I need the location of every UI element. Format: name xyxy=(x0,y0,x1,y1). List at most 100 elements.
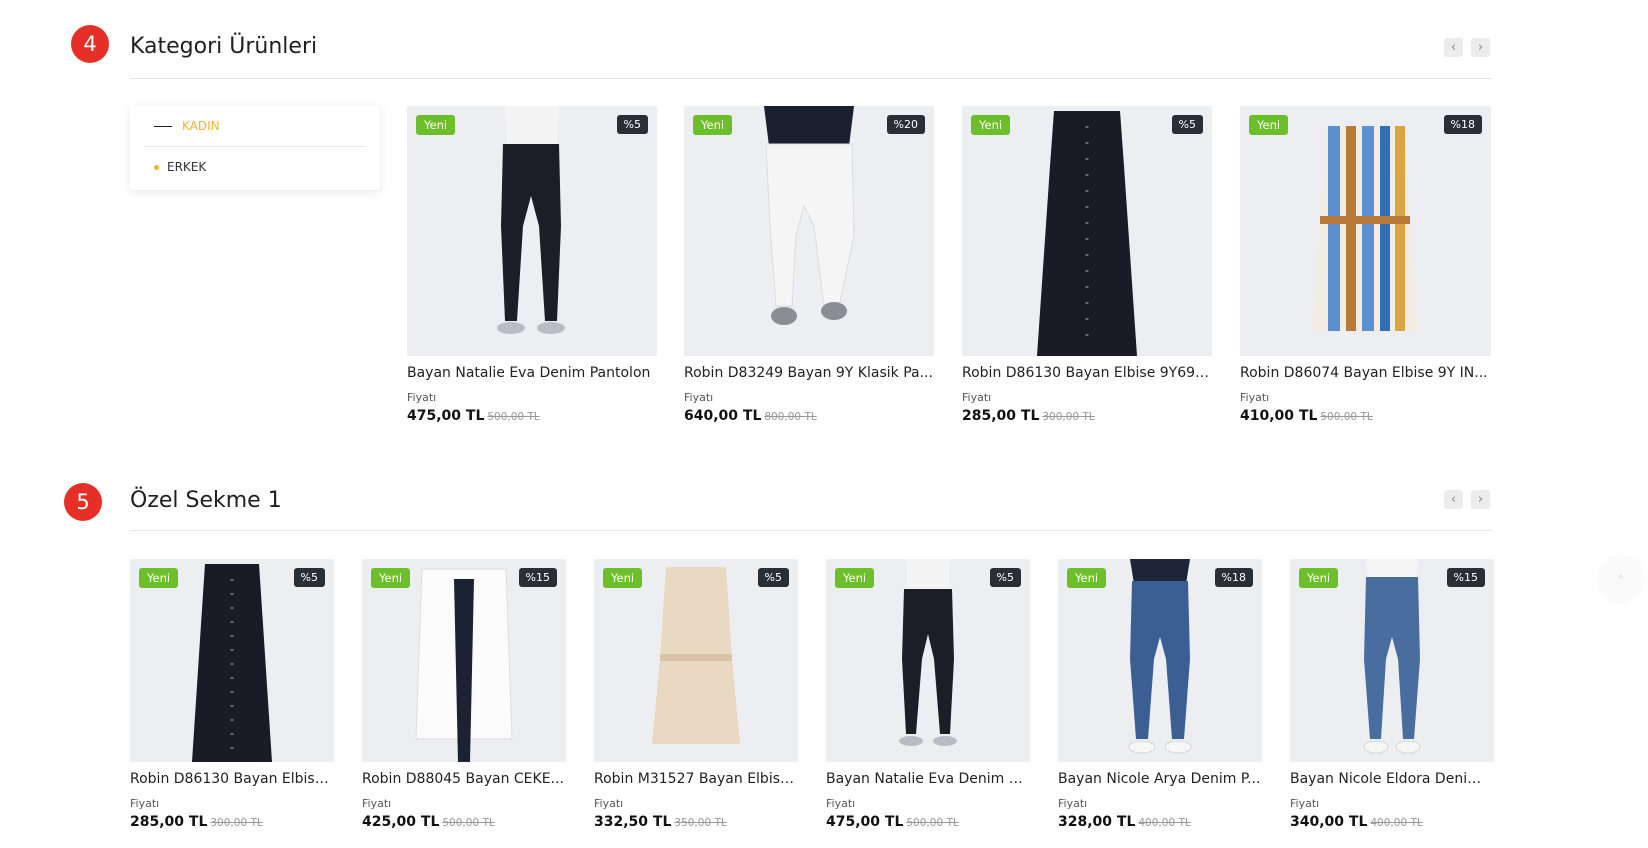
product-card[interactable]: Yeni %5 Bayan Natalie Eva Denim Pantolon… xyxy=(407,106,657,425)
new-badge: Yeni xyxy=(603,568,643,588)
old-price: 350,00 TL xyxy=(674,817,727,829)
new-badge: Yeni xyxy=(371,568,411,588)
product-name[interactable]: Robin D86130 Bayan Elbise 9Y69 ... xyxy=(962,365,1212,381)
product-image[interactable]: Yeni %20 xyxy=(684,106,934,356)
product-photo-jeans xyxy=(826,559,1030,762)
price-label: Fiyatı xyxy=(594,797,624,810)
product-photo-black-dress xyxy=(130,559,334,762)
product-image[interactable]: Yeni %5 xyxy=(130,559,334,762)
category-menu: KADIN ERKEK xyxy=(130,106,380,190)
product-card[interactable]: Yeni %18 Robin D86074 Bayan Elbise 9Y IN… xyxy=(1240,106,1491,425)
product-photo-white-pants xyxy=(684,106,934,356)
chevron-right-icon: › xyxy=(1477,492,1484,507)
discount-badge: %20 xyxy=(886,115,925,134)
carousel-prev-button[interactable]: ‹ xyxy=(1444,38,1463,57)
old-price: 500,00 TL xyxy=(906,817,959,829)
discount-badge: %5 xyxy=(293,568,325,587)
product-image[interactable]: Yeni %18 xyxy=(1058,559,1262,762)
product-name[interactable]: Robin D83249 Bayan 9Y Klasik Pa... xyxy=(684,365,934,381)
product-card[interactable]: Yeni %15 Robin D88045 Bayan CEKE... Fiya… xyxy=(362,559,566,831)
section-number-badge: 5 xyxy=(64,483,102,521)
product-card[interactable]: Yeni %5 Robin M31527 Bayan Elbise ... Fi… xyxy=(594,559,798,831)
carousel-next-button[interactable]: › xyxy=(1471,38,1490,57)
price-label: Fiyatı xyxy=(684,391,714,404)
product-photo-black-dress xyxy=(962,106,1212,356)
discount-badge: %5 xyxy=(1171,115,1203,134)
old-price: 800,00 TL xyxy=(764,411,817,423)
product-price: 425,00 TL xyxy=(362,814,440,830)
discount-badge: %5 xyxy=(616,115,648,134)
price-label: Fiyatı xyxy=(362,797,392,810)
discount-badge: %15 xyxy=(1446,568,1485,587)
product-photo-beige-dress xyxy=(594,559,798,762)
product-name[interactable]: Robin D86074 Bayan Elbise 9Y IN... xyxy=(1240,365,1491,381)
old-price: 300,00 TL xyxy=(210,817,263,829)
new-badge: Yeni xyxy=(1249,115,1289,135)
new-badge: Yeni xyxy=(971,115,1011,135)
new-badge: Yeni xyxy=(835,568,875,588)
section-title: Kategori Ürünleri xyxy=(130,34,318,59)
product-price: 410,00 TL xyxy=(1240,408,1318,424)
product-card[interactable]: Yeni %5 Robin D86130 Bayan Elbise ... Fi… xyxy=(130,559,334,831)
bullet-icon xyxy=(154,164,159,170)
category-item-kadin[interactable]: KADIN xyxy=(142,106,366,146)
category-item-erkek[interactable]: ERKEK xyxy=(142,147,366,187)
category-label: ERKEK xyxy=(167,160,207,174)
discount-badge: %18 xyxy=(1214,568,1253,587)
new-badge: Yeni xyxy=(693,115,733,135)
discount-badge: %5 xyxy=(757,568,789,587)
product-name[interactable]: Robin D88045 Bayan CEKE... xyxy=(362,771,566,787)
price-label: Fiyatı xyxy=(130,797,160,810)
discount-badge: %15 xyxy=(518,568,557,587)
new-badge: Yeni xyxy=(1299,568,1339,588)
old-price: 400,00 TL xyxy=(1138,817,1191,829)
product-price: 340,00 TL xyxy=(1290,814,1368,830)
product-name[interactable]: Bayan Nicole Eldora Denim ... xyxy=(1290,771,1494,787)
scroll-to-top-button[interactable]: ^ xyxy=(1598,556,1644,602)
active-dash-icon xyxy=(154,125,172,127)
price-label: Fiyatı xyxy=(1240,391,1270,404)
product-price: 328,00 TL xyxy=(1058,814,1136,830)
product-price: 332,50 TL xyxy=(594,814,672,830)
chevron-left-icon: ‹ xyxy=(1450,492,1457,507)
section-title: Özel Sekme 1 xyxy=(130,488,282,513)
product-image[interactable]: Yeni %15 xyxy=(1290,559,1494,762)
product-name[interactable]: Robin D86130 Bayan Elbise ... xyxy=(130,771,334,787)
old-price: 300,00 TL xyxy=(1042,411,1095,423)
price-label: Fiyatı xyxy=(826,797,856,810)
product-image[interactable]: Yeni %15 xyxy=(362,559,566,762)
product-name[interactable]: Bayan Natalie Eva Denim Pantolon xyxy=(407,365,657,381)
old-price: 500,00 TL xyxy=(442,817,495,829)
product-image[interactable]: Yeni %5 xyxy=(594,559,798,762)
product-name[interactable]: Bayan Natalie Eva Denim Pa... xyxy=(826,771,1030,787)
chevron-left-icon: ‹ xyxy=(1450,40,1457,55)
section-divider xyxy=(130,78,1492,79)
carousel-next-button[interactable]: › xyxy=(1471,490,1490,509)
product-photo-blue-jeans xyxy=(1058,559,1262,762)
product-name[interactable]: Bayan Nicole Arya Denim P... xyxy=(1058,771,1262,787)
product-name[interactable]: Robin M31527 Bayan Elbise ... xyxy=(594,771,798,787)
carousel-prev-button[interactable]: ‹ xyxy=(1444,490,1463,509)
old-price: 500,00 TL xyxy=(487,411,540,423)
product-image[interactable]: Yeni %18 xyxy=(1240,106,1491,356)
chevron-right-icon: › xyxy=(1477,40,1484,55)
product-image[interactable]: Yeni %5 xyxy=(962,106,1212,356)
product-photo-striped-dress xyxy=(1240,106,1491,356)
product-photo-white-blazer xyxy=(362,559,566,762)
product-photo-blue-jeans xyxy=(1290,559,1494,762)
price-label: Fiyatı xyxy=(962,391,992,404)
price-label: Fiyatı xyxy=(1290,797,1320,810)
section-divider xyxy=(130,530,1492,531)
product-price: 475,00 TL xyxy=(826,814,904,830)
product-card[interactable]: Yeni %15 Bayan Nicole Eldora Denim ... F… xyxy=(1290,559,1494,831)
discount-badge: %5 xyxy=(989,568,1021,587)
product-card[interactable]: Yeni %5 Bayan Natalie Eva Denim Pa... Fi… xyxy=(826,559,1030,831)
product-image[interactable]: Yeni %5 xyxy=(407,106,657,356)
new-badge: Yeni xyxy=(416,115,456,135)
product-price: 640,00 TL xyxy=(684,408,762,424)
product-card[interactable]: Yeni %5 Robin D86130 Bayan Elbise 9Y69 .… xyxy=(962,106,1212,425)
new-badge: Yeni xyxy=(139,568,179,588)
product-card[interactable]: Yeni %18 Bayan Nicole Arya Denim P... Fi… xyxy=(1058,559,1262,831)
product-image[interactable]: Yeni %5 xyxy=(826,559,1030,762)
product-card[interactable]: Yeni %20 Robin D83249 Bayan 9Y Klasik Pa… xyxy=(684,106,934,425)
